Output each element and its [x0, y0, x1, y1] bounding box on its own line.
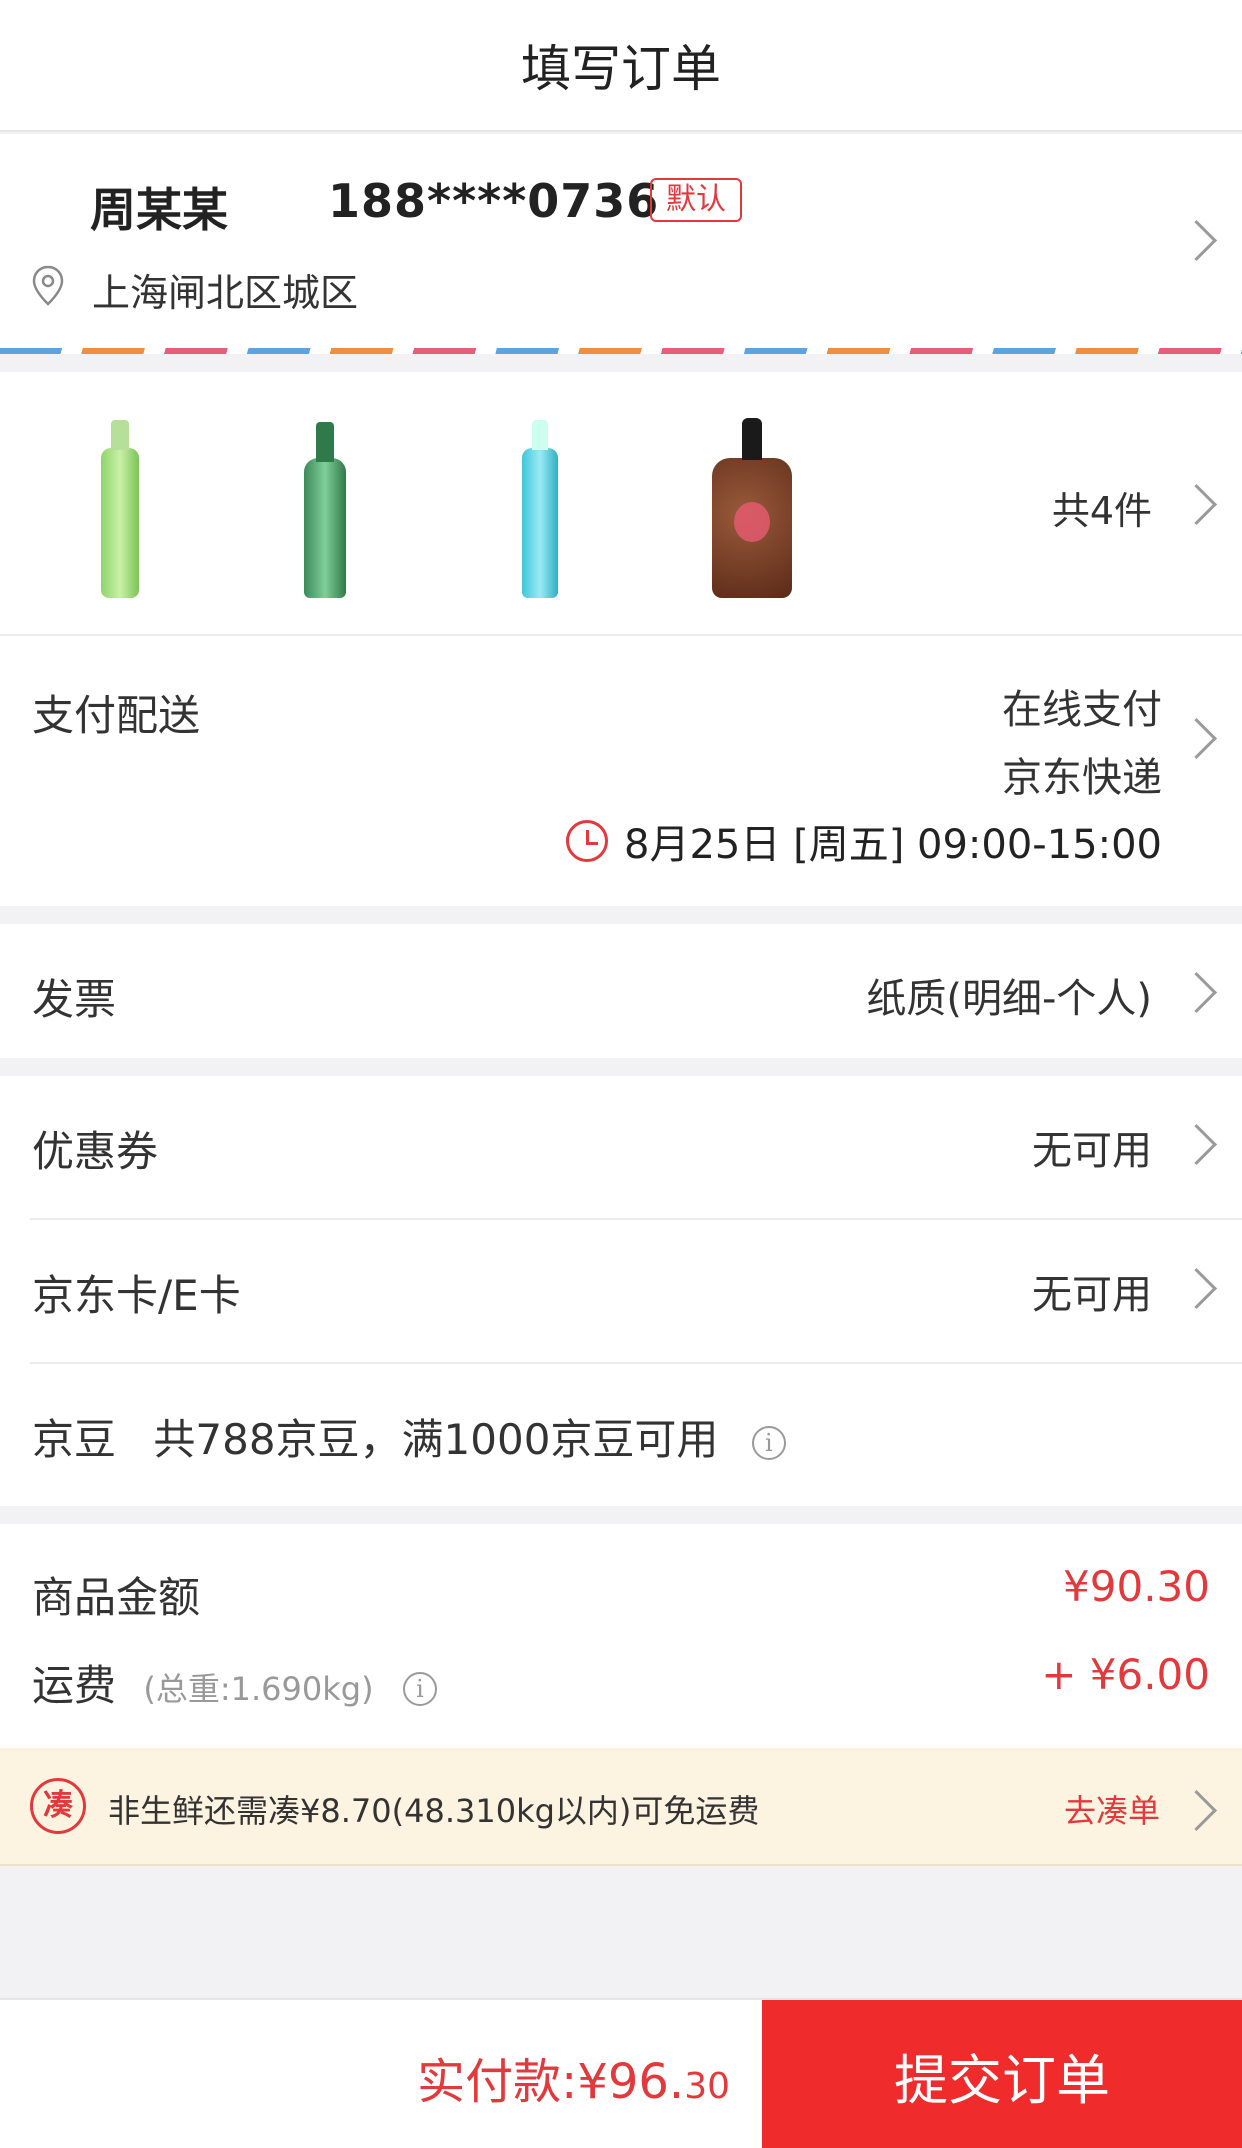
chevron-right-icon — [1182, 484, 1212, 514]
submit-order-button[interactable]: 提交订单 — [762, 2000, 1242, 2148]
total-label: 实付款: — [417, 2054, 578, 2110]
free-shipping-notice[interactable]: 凑 非生鲜还需凑¥8.70(48.310kg以内)可免运费 去凑单 — [0, 1748, 1242, 1866]
chevron-right-icon — [1182, 718, 1212, 748]
payment-method-block: 在线支付 京东快递 — [1002, 676, 1162, 812]
info-icon[interactable]: i — [402, 1671, 437, 1706]
payment-delivery-label: 支付配送 — [32, 691, 201, 740]
delivery-time: 8月25日 [周五] 09:00-15:00 — [566, 812, 1162, 870]
discount-section: 优惠券 无可用 京东卡/E卡 无可用 京豆 共788京豆，满1000京豆可用 i — [0, 1076, 1242, 1506]
freight-weight: (总重:1.690kg) — [143, 1670, 374, 1708]
row-divider — [30, 1362, 1242, 1364]
clock-icon — [566, 820, 609, 862]
payment-method: 在线支付 — [1002, 687, 1162, 733]
payment-delivery-row[interactable]: 支付配送 在线支付 京东快递 8月25日 [周五] 09:00-15:00 — [0, 636, 1242, 906]
jingdou-line: 京豆 共788京豆，满1000京豆可用 i — [32, 1406, 786, 1467]
item-count: 共4件 — [1051, 489, 1152, 533]
page-title: 填写订单 — [521, 40, 721, 98]
total-main: ¥96. — [577, 2054, 685, 2110]
delivery-time-text: 8月25日 [周五] 09:00-15:00 — [624, 822, 1162, 868]
green-spray-bottle-icon — [101, 420, 139, 598]
recipient-name: 周某某 — [90, 183, 228, 237]
jingdou-label: 京豆 — [32, 1415, 117, 1464]
jingdou-text: 共788京豆，满1000京豆可用 — [153, 1415, 719, 1464]
location-pin-icon — [32, 265, 64, 306]
checkout-bar: 实付款:¥96.30 提交订单 — [0, 1998, 1242, 2148]
product-thumbnail[interactable] — [480, 408, 600, 598]
chevron-right-icon — [1182, 1268, 1212, 1298]
total-payment: 实付款:¥96.30 — [417, 2042, 730, 2112]
freight-line: 运费 (总重:1.690kg) i — [32, 1652, 437, 1713]
invoice-row[interactable]: 发票 纸质(明细-个人) — [0, 924, 1242, 1058]
green-glass-bottle-icon — [304, 422, 346, 598]
coupon-value: 无可用 — [1032, 1128, 1152, 1174]
price-summary: 商品金额 ¥90.30 运费 (总重:1.690kg) i + ¥6.00 — [0, 1524, 1242, 1748]
page-header: 填写订单 — [0, 0, 1242, 132]
jd-card-label: 京东卡/E卡 — [32, 1271, 241, 1320]
brown-pump-bottle-icon — [712, 418, 792, 598]
chevron-right-icon — [1182, 1790, 1212, 1820]
address-card[interactable]: 周某某 188****0736 默认 上海闸北区城区 — [0, 134, 1242, 352]
invoice-value: 纸质(明细-个人) — [866, 976, 1152, 1022]
chevron-right-icon — [1182, 220, 1212, 250]
coupon-label: 优惠券 — [32, 1127, 159, 1176]
invoice-label: 发票 — [32, 975, 117, 1024]
info-icon[interactable]: i — [751, 1425, 786, 1460]
delivery-method: 京东快递 — [1002, 755, 1162, 801]
recipient-phone: 188****0736 — [328, 174, 660, 228]
default-badge: 默认 — [650, 178, 742, 222]
goods-amount-label: 商品金额 — [32, 1573, 201, 1622]
freight-amount: + ¥6.00 — [1041, 1650, 1210, 1699]
product-list[interactable]: 共4件 — [0, 372, 1242, 636]
freight-label: 运费 — [32, 1661, 117, 1710]
envelope-stripe — [0, 348, 1242, 354]
row-divider — [30, 1218, 1242, 1220]
chevron-right-icon — [1182, 1124, 1212, 1154]
product-thumbnail[interactable] — [60, 408, 180, 598]
address-text: 上海闸北区城区 — [92, 271, 359, 315]
goods-amount-value: ¥90.30 — [1063, 1562, 1210, 1611]
notice-message: 非生鲜还需凑¥8.70(48.310kg以内)可免运费 — [108, 1792, 760, 1830]
blue-spray-bottle-icon — [522, 420, 558, 598]
product-thumbnail[interactable] — [692, 408, 812, 598]
jd-card-value: 无可用 — [1032, 1272, 1152, 1318]
total-cents: 30 — [684, 2066, 730, 2107]
chevron-right-icon — [1182, 972, 1212, 1002]
product-thumbnail[interactable] — [265, 408, 385, 598]
add-items-link[interactable]: 去凑单 — [1064, 1786, 1160, 1832]
cou-icon: 凑 — [30, 1778, 86, 1834]
